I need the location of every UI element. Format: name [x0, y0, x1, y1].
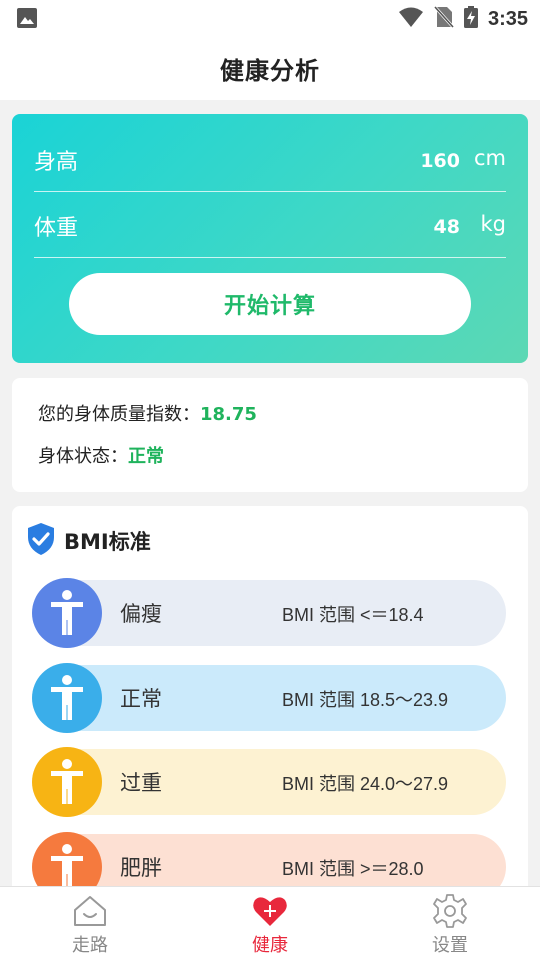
bmi-result-value: 18.75 — [200, 404, 257, 425]
category-range: BMI 范围 18.5～23.9 — [282, 690, 449, 710]
height-unit: cm — [473, 146, 506, 170]
heart-plus-icon — [252, 893, 288, 929]
home-smile-icon — [72, 893, 108, 929]
shield-check-icon — [26, 522, 56, 560]
divider — [34, 257, 506, 258]
weight-input[interactable]: 48 — [434, 216, 460, 238]
bmi-category-overweight: 过重 BMI 范围 24.0～27.9 — [32, 747, 508, 817]
category-range: BMI 范围 24.0～27.9 — [282, 774, 449, 794]
weight-field[interactable]: 体重 48 kg — [34, 192, 506, 258]
bmi-standard-title: BMI标准 — [64, 530, 151, 554]
status-time: 3:35 — [487, 7, 528, 30]
body-status-value: 正常 — [128, 446, 164, 467]
status-bar: 3:35 — [0, 0, 540, 36]
weight-unit: kg — [480, 212, 507, 236]
no-sim-icon — [433, 5, 455, 32]
start-calculate-button[interactable]: 开始计算 — [69, 273, 471, 335]
body-status-line: 身体状态：正常 — [38, 442, 164, 468]
body-status-label: 身体状态： — [38, 446, 128, 467]
nav-label-walk: 走路 — [72, 935, 108, 956]
body-figure-icon — [32, 747, 102, 817]
category-label: 偏瘦 — [120, 602, 162, 626]
bmi-input-card: 身高 160 cm 体重 48 kg 开始计算 — [12, 114, 528, 363]
wifi-icon — [398, 6, 424, 32]
body-figure-icon — [32, 578, 102, 648]
gallery-notification-icon — [16, 7, 38, 33]
gear-icon — [432, 893, 468, 929]
category-range: BMI 范围 <＝18.4 — [282, 605, 424, 625]
nav-label-settings: 设置 — [432, 935, 468, 956]
height-input[interactable]: 160 — [420, 150, 460, 172]
height-field[interactable]: 身高 160 cm — [34, 126, 506, 192]
bmi-result-label: 您的身体质量指数： — [38, 404, 200, 425]
category-label: 正常 — [120, 687, 162, 711]
height-label: 身高 — [34, 150, 79, 175]
nav-item-walk[interactable]: 走路 — [30, 887, 150, 960]
bmi-result-line: 您的身体质量指数：18.75 — [38, 400, 257, 426]
body-figure-icon — [32, 663, 102, 733]
category-pill — [38, 580, 506, 646]
battery-charging-icon — [463, 6, 478, 32]
category-range: BMI 范围 >＝28.0 — [282, 859, 424, 879]
bmi-category-normal: 正常 BMI 范围 18.5～23.9 — [32, 663, 508, 733]
weight-label: 体重 — [34, 216, 79, 241]
bmi-standard-card: BMI标准 偏瘦 BMI 范围 <＝18.4 正常 BMI 范围 18.5～23… — [12, 506, 528, 906]
category-label: 过重 — [120, 771, 162, 795]
category-label: 肥胖 — [120, 856, 162, 880]
bmi-category-underweight: 偏瘦 BMI 范围 <＝18.4 — [32, 578, 508, 648]
nav-item-health[interactable]: 健康 — [210, 887, 330, 960]
nav-item-settings[interactable]: 设置 — [390, 887, 510, 960]
bottom-nav: 走路 健康 设置 — [0, 886, 540, 960]
nav-label-health: 健康 — [252, 935, 288, 956]
page-title: 健康分析 — [220, 56, 320, 85]
bmi-result-card: 您的身体质量指数：18.75 身体状态：正常 — [12, 378, 528, 492]
app-header: 健康分析 — [0, 36, 540, 100]
